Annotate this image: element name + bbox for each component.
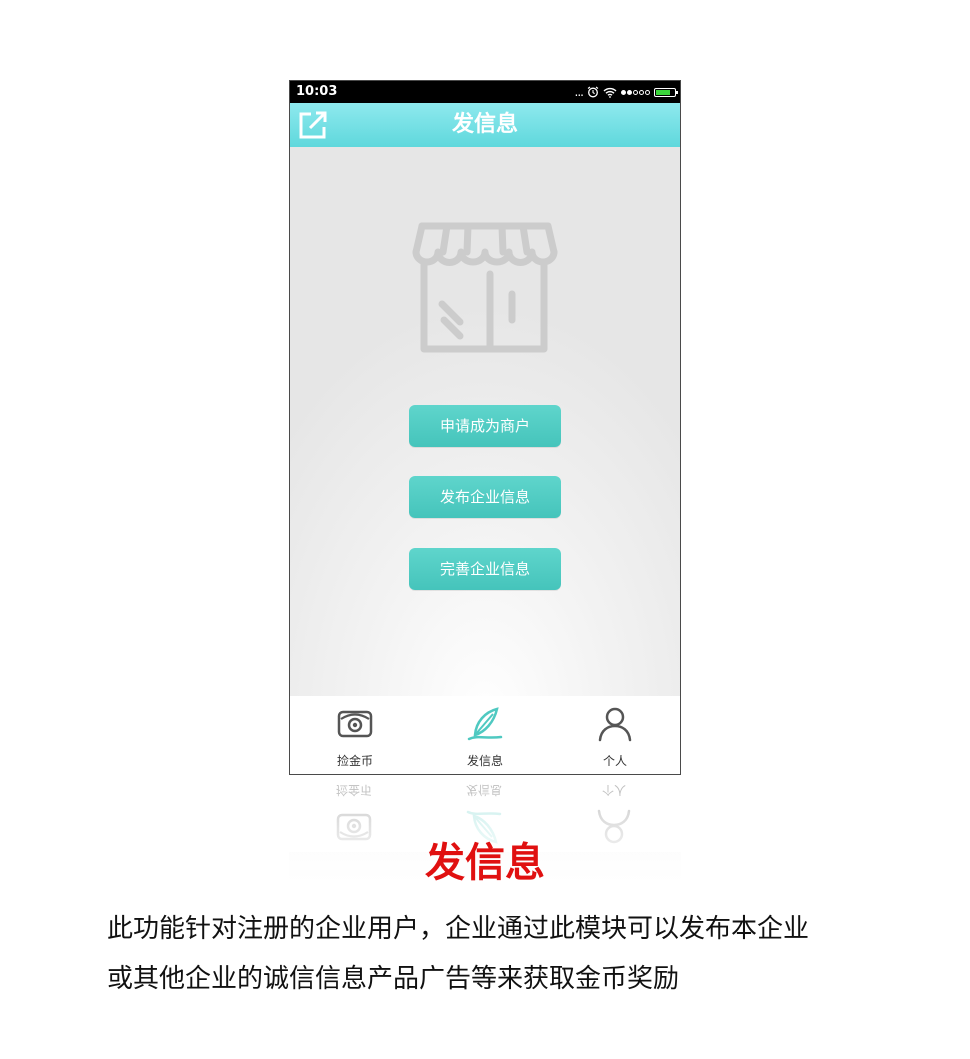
nav-bar: 发信息 [290,103,680,147]
caption-title: 发信息 [425,840,545,886]
apply-merchant-button[interactable]: 申请成为商户 [409,405,561,447]
page-title: 发信息 [451,112,518,137]
status-bar: 10:03 ... [290,81,680,103]
tab-collect-coins[interactable]: 捡金币 [290,696,420,774]
person-icon [598,707,632,742]
publish-company-info-button[interactable]: 发布企业信息 [409,476,561,518]
tab-label: 发信息 [466,754,503,768]
phone-screen: 10:03 ... 发信息 申请成为商户 发布企业信息 完善企业信息 捡金币 发… [289,80,681,775]
description-line-2: 或其他企业的诚信信息产品广告等来获取金币奖励 [107,964,680,994]
status-icons: ... [574,81,678,103]
tab-label: 个人 [602,754,627,768]
complete-company-info-button[interactable]: 完善企业信息 [409,548,561,590]
tab-label: 捡金币 [336,754,373,768]
tab-profile[interactable]: 个人 [550,696,680,774]
eye-card-icon [337,710,373,738]
carrier-dots: ... [574,85,585,99]
status-time: 10:03 [296,84,338,99]
tab-bar: 捡金币 发信息 个人 [290,696,680,774]
battery-icon [654,87,678,97]
description-line-1: 此功能针对注册的企业用户，企业通过此模块可以发布本企业 [107,914,810,944]
tab-post-info[interactable]: 发信息 [420,696,550,774]
wifi-icon [603,87,617,98]
storefront-icon [412,222,558,353]
alarm-clock-icon [587,86,599,98]
feather-icon [467,707,503,741]
signal-strength-icon [621,89,650,95]
battery-level [656,89,670,95]
